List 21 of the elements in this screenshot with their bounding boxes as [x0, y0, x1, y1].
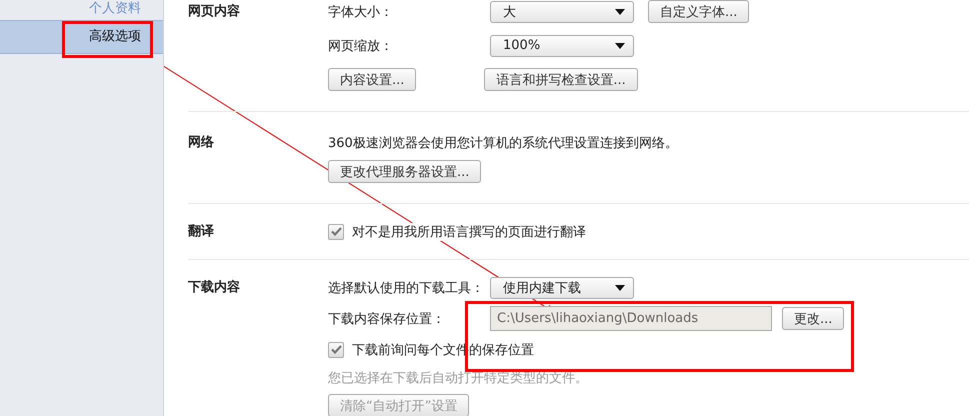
button[interactable]: 内容设置... — [328, 68, 416, 91]
section-title: 网络 — [188, 134, 215, 152]
field-label: 选择默认使用的下载工具： — [328, 278, 476, 296]
button[interactable]: 更改代理服务器设置... — [328, 160, 482, 183]
checkbox[interactable] — [328, 342, 344, 358]
section-title: 网页内容 — [188, 2, 241, 21]
sidebar-item[interactable]: 高级选项 — [0, 20, 163, 54]
caret-icon — [615, 42, 625, 48]
section-title: 翻译 — [188, 223, 215, 241]
dropdown[interactable]: 大 — [490, 0, 634, 22]
button[interactable]: 更改... — [782, 307, 844, 330]
button[interactable]: 自定义字体... — [648, 0, 750, 23]
caret-icon — [615, 284, 625, 290]
button[interactable]: 语言和拼写检查设置... — [484, 68, 638, 91]
checkbox[interactable] — [328, 224, 344, 240]
section-title: 下载内容 — [188, 278, 241, 297]
path-field[interactable]: C:\Users\lihaoxiang\Downloads — [490, 306, 772, 331]
dropdown[interactable]: 使用内建下载 — [490, 276, 634, 298]
caret-icon — [615, 8, 625, 14]
dropdown[interactable]: 100% — [490, 34, 634, 56]
checkbox-label: 对不是用我所用语言撰写的页面进行翻译 — [352, 222, 586, 240]
